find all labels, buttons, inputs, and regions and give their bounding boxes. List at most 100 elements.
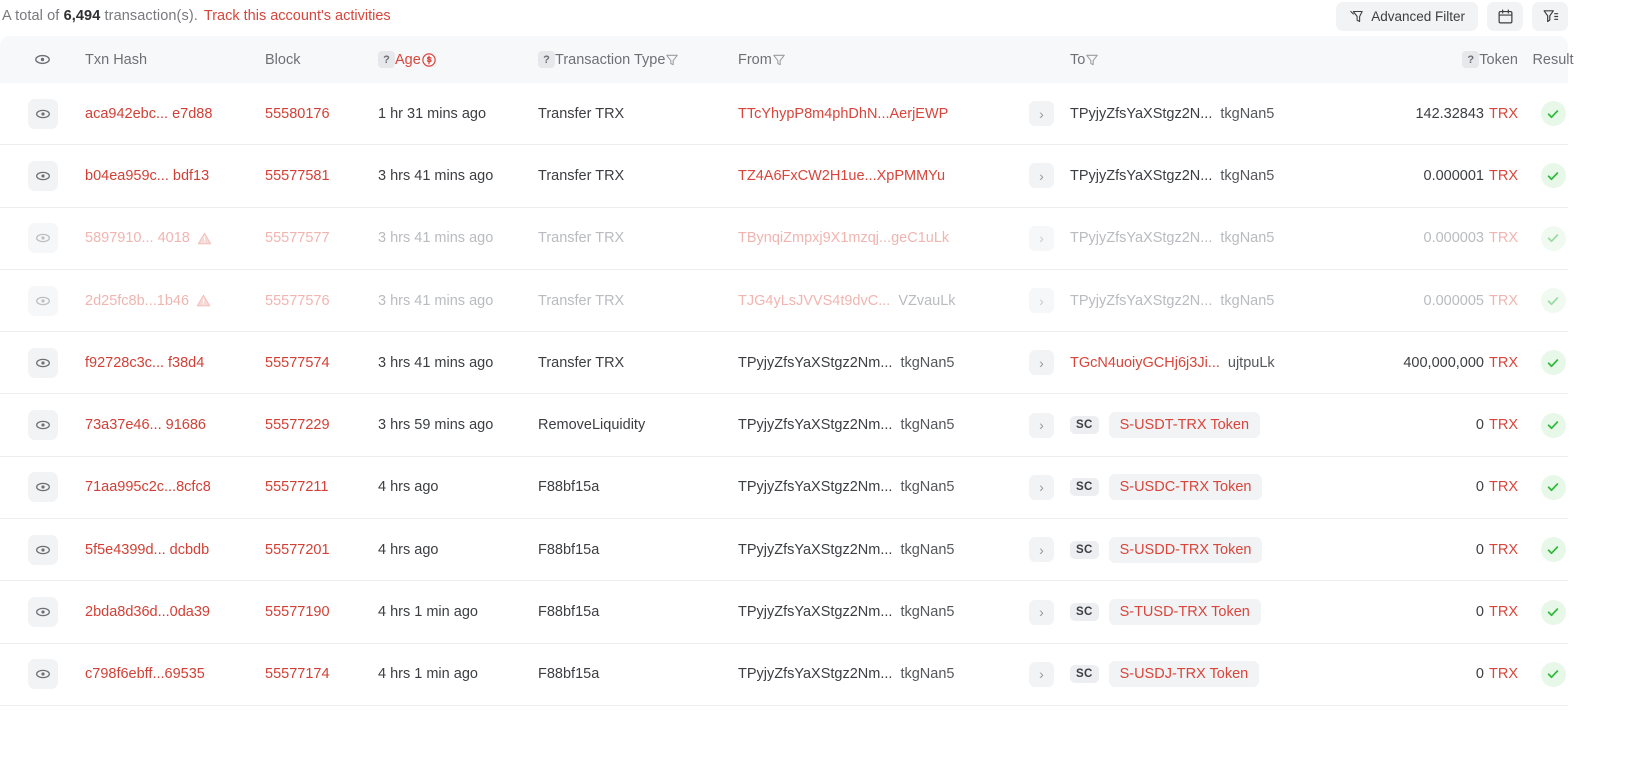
row-direction-cell[interactable]: ›	[1013, 288, 1070, 314]
chevron-right-icon[interactable]: ›	[1029, 599, 1054, 625]
table-row[interactable]: 5897910... 4018 55577577 3 hrs 41 mins ago…	[0, 207, 1568, 270]
table-row[interactable]: 5f5e4399d... dcbdb 55577201 4 hrs ago F88bf…	[0, 519, 1568, 582]
chevron-right-icon[interactable]: ›	[1029, 101, 1054, 127]
from-address-link[interactable]: TPyjyZfsYaXStgz2Nm...	[738, 666, 892, 682]
eye-icon[interactable]	[27, 223, 58, 254]
to-token-link[interactable]: S-USDT-TRX Token	[1108, 412, 1261, 439]
txn-hash-link[interactable]: 5897910... 4018	[85, 230, 190, 246]
col-token[interactable]: ? Token	[1390, 51, 1518, 68]
to-address-link[interactable]: TPyjyZfsYaXStgz2N...	[1070, 230, 1212, 246]
block-link[interactable]: 55577190	[265, 604, 330, 620]
txn-hash-link[interactable]: aca942ebc... e7d88	[85, 106, 212, 122]
row-direction-cell[interactable]: ›	[1013, 350, 1070, 376]
token-symbol[interactable]: TRX	[1489, 542, 1518, 558]
txn-hash-link[interactable]: 73a37e46... 91686	[85, 417, 206, 433]
from-address-link[interactable]: TPyjyZfsYaXStgz2Nm...	[738, 355, 892, 371]
advanced-filter-button[interactable]: Advanced Filter	[1336, 1, 1478, 31]
from-address-link[interactable]: TPyjyZfsYaXStgz2Nm...	[738, 542, 892, 558]
eye-icon[interactable]	[27, 410, 58, 441]
row-direction-cell[interactable]: ›	[1013, 412, 1070, 438]
from-address-link[interactable]: TPyjyZfsYaXStgz2Nm...	[738, 479, 892, 495]
col-result[interactable]: Result	[1518, 52, 1588, 68]
table-row[interactable]: c798f6ebff...69535 55577174 4 hrs 1 min ag…	[0, 643, 1568, 706]
table-row[interactable]: 2d25fc8b...1b46 55577576 3 hrs 41 mins ago…	[0, 269, 1568, 333]
token-symbol[interactable]: TRX	[1489, 168, 1518, 184]
eye-icon[interactable]	[27, 659, 58, 690]
txn-hash-link[interactable]: 71aa995c2c...8cfc8	[85, 479, 211, 495]
col-txn-hash[interactable]: Txn Hash	[85, 52, 265, 68]
eye-icon[interactable]	[27, 285, 58, 316]
txn-hash-link[interactable]: f92728c3c... f38d4	[85, 355, 204, 371]
row-eye-cell[interactable]	[0, 472, 85, 503]
row-eye-cell[interactable]	[0, 223, 85, 254]
track-activities-link[interactable]: Track this account's activities	[204, 8, 391, 24]
from-address-link[interactable]: TPyjyZfsYaXStgz2Nm...	[738, 417, 892, 433]
col-transaction-type[interactable]: ? Transaction Type	[538, 51, 738, 68]
transaction-type-filter-icon[interactable]	[665, 53, 679, 67]
from-filter-icon[interactable]	[772, 53, 786, 67]
block-link[interactable]: 55580176	[265, 106, 330, 122]
row-eye-cell[interactable]	[0, 98, 85, 129]
column-filter-button[interactable]	[1532, 1, 1568, 31]
block-link[interactable]: 55577581	[265, 168, 330, 184]
to-address-link[interactable]: TPyjyZfsYaXStgz2N...	[1070, 106, 1212, 122]
row-eye-cell[interactable]	[0, 597, 85, 628]
row-eye-cell[interactable]	[0, 347, 85, 378]
token-symbol[interactable]: TRX	[1489, 417, 1518, 433]
date-range-button[interactable]	[1487, 1, 1523, 31]
swap-time-icon[interactable]	[421, 52, 437, 68]
transaction-type-help-icon[interactable]: ?	[538, 51, 555, 68]
block-link[interactable]: 55577576	[265, 293, 330, 309]
row-direction-cell[interactable]: ›	[1013, 163, 1070, 189]
table-row[interactable]: f92728c3c... f38d4 55577574 3 hrs 41 mins …	[0, 332, 1568, 395]
txn-hash-link[interactable]: b04ea959c... bdf13	[85, 168, 209, 184]
to-token-link[interactable]: S-USDD-TRX Token	[1108, 536, 1263, 563]
row-direction-cell[interactable]: ›	[1013, 661, 1070, 687]
to-address-link[interactable]: TPyjyZfsYaXStgz2N...	[1070, 293, 1212, 309]
eye-icon[interactable]	[27, 534, 58, 565]
token-symbol[interactable]: TRX	[1489, 355, 1518, 371]
table-row[interactable]: b04ea959c... bdf13 55577581 3 hrs 41 mins …	[0, 145, 1568, 208]
token-symbol[interactable]: TRX	[1489, 604, 1518, 620]
from-address-link[interactable]: TBynqiZmpxj9X1mzqj...geC1uLk	[738, 230, 949, 246]
eye-icon[interactable]	[27, 597, 58, 628]
chevron-right-icon[interactable]: ›	[1029, 661, 1054, 687]
eye-icon[interactable]	[27, 472, 58, 503]
to-filter-icon[interactable]	[1085, 53, 1099, 67]
block-link[interactable]: 55577574	[265, 355, 330, 371]
token-symbol[interactable]: TRX	[1489, 479, 1518, 495]
table-row[interactable]: 73a37e46... 91686 55577229 3 hrs 59 mins a…	[0, 394, 1568, 457]
chevron-right-icon[interactable]: ›	[1029, 537, 1054, 563]
chevron-right-icon[interactable]: ›	[1029, 288, 1054, 314]
eye-icon[interactable]	[27, 160, 58, 191]
from-address-link[interactable]: TTcYhypP8m4phDhN...AerjEWP	[738, 106, 948, 122]
block-link[interactable]: 55577201	[265, 542, 330, 558]
chevron-right-icon[interactable]: ›	[1029, 350, 1054, 376]
txn-hash-link[interactable]: 2d25fc8b...1b46	[85, 293, 189, 309]
token-symbol[interactable]: TRX	[1489, 293, 1518, 309]
row-direction-cell[interactable]: ›	[1013, 537, 1070, 563]
chevron-right-icon[interactable]: ›	[1029, 225, 1054, 251]
token-symbol[interactable]: TRX	[1489, 666, 1518, 682]
col-age[interactable]: ? Age	[378, 51, 538, 68]
table-row[interactable]: 71aa995c2c...8cfc8 55577211 4 hrs ago F88bf…	[0, 456, 1568, 520]
table-row[interactable]: 2bda8d36d...0da39 55577190 4 hrs 1 min ago…	[0, 581, 1568, 644]
to-token-link[interactable]: S-TUSD-TRX Token	[1108, 599, 1261, 626]
eye-icon[interactable]	[27, 98, 58, 129]
block-link[interactable]: 55577211	[265, 479, 328, 495]
row-eye-cell[interactable]	[0, 659, 85, 690]
eye-icon[interactable]	[27, 347, 58, 378]
token-symbol[interactable]: TRX	[1489, 230, 1518, 246]
from-address-link[interactable]: TJG4yLsJVVS4t9dvC...	[738, 293, 890, 309]
col-eye[interactable]	[0, 51, 85, 68]
row-eye-cell[interactable]	[0, 285, 85, 316]
chevron-right-icon[interactable]: ›	[1029, 474, 1054, 500]
row-direction-cell[interactable]: ›	[1013, 599, 1070, 625]
row-eye-cell[interactable]	[0, 410, 85, 441]
from-address-link[interactable]: TZ4A6FxCW2H1ue...XpPMMYu	[738, 168, 945, 184]
col-to[interactable]: To	[1070, 52, 1390, 68]
token-symbol[interactable]: TRX	[1489, 106, 1518, 122]
block-link[interactable]: 55577577	[265, 230, 330, 246]
chevron-right-icon[interactable]: ›	[1029, 412, 1054, 438]
row-eye-cell[interactable]	[0, 160, 85, 191]
